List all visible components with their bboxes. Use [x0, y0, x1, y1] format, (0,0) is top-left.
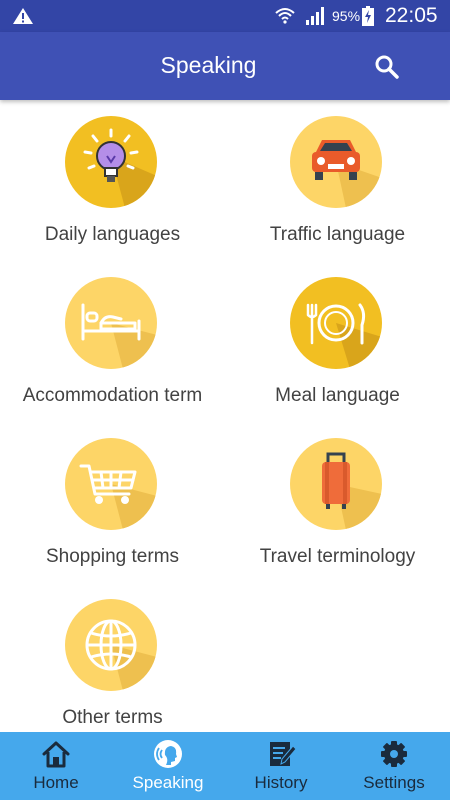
category-label: Daily languages — [44, 224, 181, 245]
lightbulb-icon — [65, 116, 157, 208]
home-icon — [42, 741, 70, 768]
category-circle — [65, 116, 157, 208]
nav-settings[interactable]: Settings — [338, 732, 450, 800]
category-daily-languages[interactable]: Daily languages — [0, 100, 225, 260]
page-title: Speaking — [160, 52, 257, 78]
nav-home[interactable]: Home — [0, 732, 112, 800]
battery-percentage: 95% — [332, 8, 361, 24]
plate-fork-knife-icon — [290, 277, 382, 369]
category-circle — [290, 277, 382, 369]
search-icon[interactable] — [373, 53, 401, 81]
category-circle — [290, 438, 382, 530]
category-label: Traffic language — [269, 224, 406, 245]
app-bar: Speaking — [0, 32, 450, 100]
globe-icon — [65, 599, 157, 691]
nav-label: Home — [33, 773, 79, 792]
category-accommodation-term[interactable]: Accommodation term — [0, 261, 225, 421]
speaking-icon — [154, 740, 182, 768]
category-label: Meal language — [275, 385, 400, 406]
warning-icon — [13, 8, 33, 24]
category-label: Travel terminology — [259, 546, 416, 567]
category-circle — [65, 599, 157, 691]
battery-charging-icon — [362, 6, 374, 26]
category-grid: Daily languages Traffic language Accommo… — [0, 100, 450, 732]
bed-icon — [65, 277, 157, 369]
category-label: Accommodation term — [22, 385, 203, 406]
history-icon — [270, 742, 297, 766]
suitcase-icon — [290, 438, 382, 530]
nav-history[interactable]: History — [225, 732, 337, 800]
bottom-navigation: Home Speaking History Settings — [0, 732, 450, 800]
status-bar: 95% 22:05 — [0, 0, 450, 32]
shopping-cart-icon — [65, 438, 157, 530]
category-traffic-language[interactable]: Traffic language — [225, 100, 450, 260]
category-circle — [290, 116, 382, 208]
signal-icon — [306, 7, 324, 25]
car-icon — [290, 116, 382, 208]
category-circle — [65, 438, 157, 530]
category-travel-terminology[interactable]: Travel terminology — [225, 422, 450, 582]
category-label: Other terms — [62, 707, 163, 728]
nav-label: Speaking — [132, 773, 204, 792]
nav-speaking[interactable]: Speaking — [112, 732, 224, 800]
category-meal-language[interactable]: Meal language — [225, 261, 450, 421]
wifi-icon — [275, 8, 295, 24]
gear-icon — [381, 741, 407, 767]
nav-label: Settings — [363, 773, 425, 792]
clock: 22:05 — [385, 4, 438, 27]
category-other-terms[interactable]: Other terms — [0, 583, 225, 743]
category-label: Shopping terms — [45, 546, 180, 567]
category-shopping-terms[interactable]: Shopping terms — [0, 422, 225, 582]
nav-label: History — [254, 773, 308, 792]
category-circle — [65, 277, 157, 369]
